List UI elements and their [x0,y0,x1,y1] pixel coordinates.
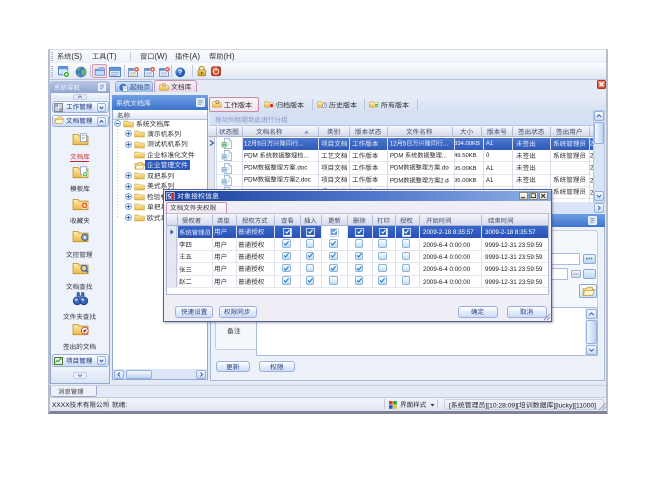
svg-text:?: ? [178,69,182,76]
